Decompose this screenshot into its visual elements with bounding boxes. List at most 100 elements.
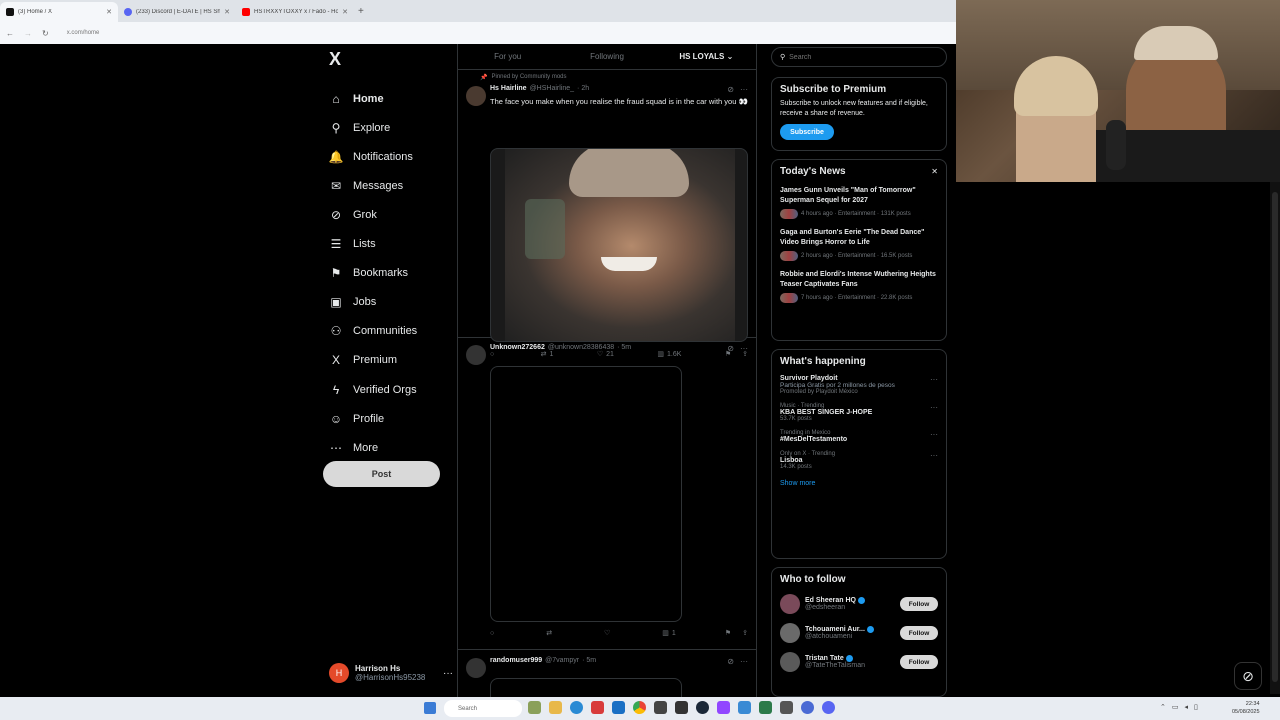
avatar[interactable] [780,623,800,643]
tweet-time[interactable]: · 5m [582,657,596,664]
avatar[interactable] [466,345,486,365]
news-item[interactable]: Robbie and Elordi's Intense Wuthering He… [780,270,938,303]
follow-button[interactable]: Follow [900,626,938,640]
nav-item-communities[interactable]: ⚇ Communities [329,319,418,343]
more-dots-icon[interactable]: ··· [930,451,938,460]
close-icon[interactable]: ✕ [931,167,938,176]
grok-icon[interactable]: ⊘ [727,657,734,666]
app-icon[interactable] [780,701,793,714]
file-explorer-icon[interactable] [549,701,562,714]
suggestion-name[interactable]: Tristan Tate [805,655,844,662]
app-icon[interactable] [654,701,667,714]
app-icon[interactable] [801,701,814,714]
url-field[interactable]: x.com/home [67,30,100,36]
search-box[interactable]: ⚲ [771,47,947,67]
reload-icon[interactable]: ↻ [42,29,49,38]
app-icon[interactable] [759,701,772,714]
taskbar-search[interactable]: Search [444,700,522,717]
avatar[interactable] [780,652,800,672]
trend-item[interactable]: Music · Trending KBA BEST SINGER J-HOPE 53… [780,403,938,422]
trend-item[interactable]: Trending in Mexico #MesDelTestamento ··· [780,430,938,443]
news-item[interactable]: James Gunn Unveils "Man of Tomorrow" Sup… [780,186,938,219]
share-icon[interactable]: ⇪ [742,629,748,637]
trend-item[interactable]: Survivor Playdoit Participa Gratis por 2 … [780,375,938,395]
outlook-icon[interactable] [612,701,625,714]
grok-icon[interactable]: ⊘ [727,85,734,94]
volume-icon[interactable]: ◂ [1185,703,1189,711]
bookmark-icon[interactable]: ⚑ [725,629,731,637]
widgets-icon[interactable] [528,701,541,714]
tab-following[interactable]: Following [557,44,656,69]
office-icon[interactable] [591,701,604,714]
tab-close-icon[interactable]: ✕ [106,8,112,16]
scroll-thumb[interactable] [1272,192,1278,682]
author-name[interactable]: Unknown272662 [490,344,545,351]
nav-item-bookmarks[interactable]: ⚑ Bookmarks [329,261,408,285]
tab-hs-loyals[interactable]: HS LOYALS ⌄ [657,44,756,69]
browser-tab-discord[interactable]: (233) Discord | E-DATE | HS Sh... ✕ [118,2,236,22]
suggestion-name[interactable]: Ed Sheeran HQ [805,597,856,604]
post-button[interactable]: Post [323,461,440,487]
tweet-time[interactable]: · 2h [577,85,589,92]
tweet-image[interactable] [490,148,748,342]
nav-item-explore[interactable]: ⚲ Explore [329,116,391,140]
windows-start-icon[interactable] [424,702,436,714]
avatar[interactable] [466,658,486,678]
grok-floating-button[interactable]: ⊘ [1234,662,1262,690]
tweet-video[interactable] [490,366,682,622]
account-switcher[interactable]: H Harrison Hs @HarrisonHs95238 ··· [329,658,453,688]
nav-item-premium[interactable]: X Premium [329,348,397,372]
show-more-link[interactable]: Show more [780,480,938,487]
new-tab-button[interactable]: + [358,6,364,17]
nav-item-grok[interactable]: ⊘ Grok [329,203,377,227]
author-handle[interactable]: @HSHairline_ [530,85,574,92]
tab-close-icon[interactable]: ✕ [224,8,230,16]
nav-item-notifications[interactable]: 🔔 Notifications [329,145,413,169]
more-dots-icon[interactable]: ··· [443,668,453,679]
tweet[interactable]: randomuser999 @7vampyr · 5m ⊘ ··· [458,650,756,700]
app-icon[interactable] [675,701,688,714]
app-icon[interactable] [738,701,751,714]
views-button[interactable]: ▥ 1 [662,629,676,638]
author-handle[interactable]: @7vampyr [545,657,579,664]
author-name[interactable]: Hs Hairline [490,85,527,92]
suggestion-name[interactable]: Tchouameni Aur... [805,626,865,633]
follow-suggestion[interactable]: Tchouameni Aur... @atchouameni Follow [780,623,938,643]
retweet-button[interactable]: ⇄ [546,629,555,637]
forward-arrow-icon[interactable]: → [24,29,32,38]
trend-item[interactable]: Only on X · Trending Lisboa 14.3K posts ··· [780,451,938,470]
more-dots-icon[interactable]: ··· [740,85,748,94]
subscribe-button[interactable]: Subscribe [780,124,834,140]
nav-item-verified-orgs[interactable]: ϟ Verified Orgs [329,378,417,402]
news-item[interactable]: Gaga and Burton's Eerie "The Dead Dance"… [780,228,938,261]
network-icon[interactable]: ▭ [1172,703,1179,711]
nav-item-more[interactable]: ⋯ More [329,436,378,460]
tweet[interactable]: Unknown272662 @unknown28386438 · 5m ⊘ ··· ○ ⇄ ♡… [458,338,756,650]
browser-tab-youtube[interactable]: HSTRXXYTOXXY x / Fado - Holic... ✕ [236,2,354,22]
nav-item-profile[interactable]: ☺ Profile [329,407,384,431]
nav-item-lists[interactable]: ☰ Lists [329,232,376,256]
tab-for-you[interactable]: For you [458,44,557,69]
discord-icon[interactable] [822,701,835,714]
more-dots-icon[interactable]: ··· [930,375,938,384]
more-dots-icon[interactable]: ··· [740,657,748,666]
chrome-icon[interactable] [633,701,646,714]
like-button[interactable]: ♡ [604,629,613,637]
nav-item-home[interactable]: ⌂ Home [329,87,383,111]
author-handle[interactable]: @unknown28386438 [548,344,614,351]
twitch-icon[interactable] [717,701,730,714]
nav-item-jobs[interactable]: ▣ Jobs [329,290,376,314]
battery-icon[interactable]: ▯ [1194,703,1198,711]
more-dots-icon[interactable]: ··· [740,344,748,353]
back-arrow-icon[interactable]: ← [6,29,14,38]
x-logo-icon[interactable]: X [329,50,347,68]
tweet-time[interactable]: · 5m [617,344,631,351]
more-dots-icon[interactable]: ··· [930,403,938,412]
more-dots-icon[interactable]: ··· [930,430,938,439]
tab-close-icon[interactable]: ✕ [342,8,348,16]
follow-suggestion[interactable]: Tristan Tate @TateTheTalisman Follow [780,652,938,672]
search-input[interactable] [789,53,930,61]
nav-item-messages[interactable]: ✉ Messages [329,174,403,198]
avatar[interactable] [466,86,486,106]
author-name[interactable]: randomuser999 [490,657,542,664]
